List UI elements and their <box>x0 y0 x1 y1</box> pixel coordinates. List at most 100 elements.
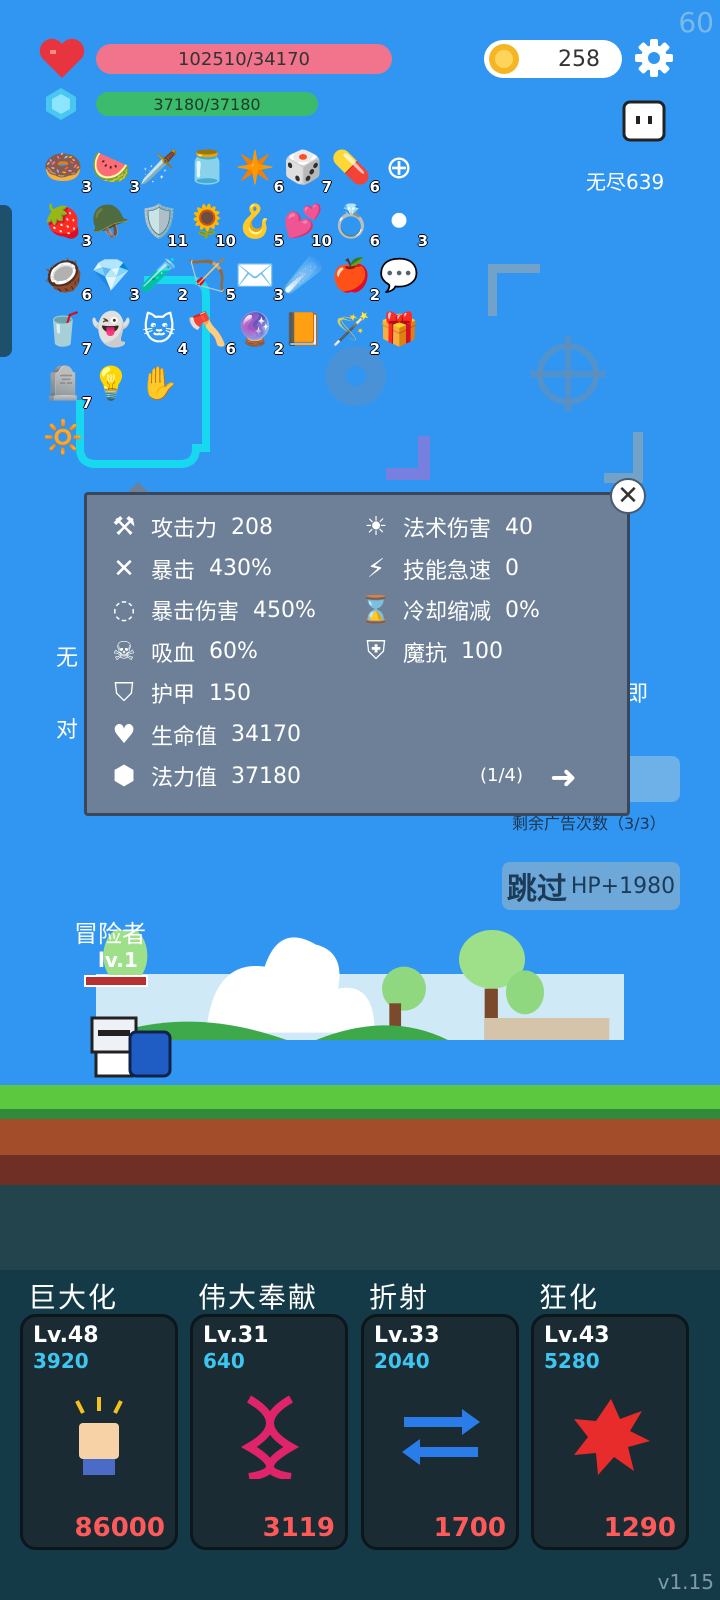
spiked-mace-icon: ✴️ <box>235 148 275 186</box>
coconut-icon: 🥥 <box>43 256 83 294</box>
next-page-arrow-icon[interactable]: ➜ <box>550 758 577 796</box>
hook-icon[interactable]: 🪝 5 <box>232 198 284 250</box>
stat-row: ⬢ 法力值 37180 <box>107 760 301 792</box>
helmet-icon: 🪖 <box>91 202 131 240</box>
watermelon-icon[interactable]: 🍉 3 <box>88 144 140 196</box>
gem-icon[interactable]: 💎 3 <box>88 252 140 304</box>
target-frame <box>488 264 643 483</box>
spiked-mace-icon[interactable]: ✴️ 6 <box>232 144 284 196</box>
item-count-badge: 3 <box>417 232 428 250</box>
stat-value: 40 <box>505 514 534 540</box>
partial-label: 对 <box>56 718 79 743</box>
donut-icon[interactable]: 🍩 3 <box>40 144 92 196</box>
skip-button[interactable]: 跳过 HP+1980 <box>502 862 680 910</box>
skill-level: Lv.48 <box>33 1323 99 1348</box>
stat-value: 60% <box>209 639 258 664</box>
chat-bubble-icon: 💬 <box>379 256 419 294</box>
stat-row: ♥ 生命值 34170 <box>107 719 301 751</box>
settings-gear-icon[interactable] <box>634 38 674 78</box>
strawberry-icon[interactable]: 🍓 3 <box>40 198 92 250</box>
potion-icon[interactable]: 🧪 2 <box>136 252 188 304</box>
skill-title: 伟大奉献 <box>198 1281 319 1314</box>
stat-value: 150 <box>209 680 252 706</box>
coconut-icon[interactable]: 🥥 6 <box>40 252 92 304</box>
hearts-icon[interactable]: 💕 10 <box>280 198 332 250</box>
hourglass-icon: ⌛ <box>359 595 393 625</box>
lightning-icon: ⚡ <box>366 553 386 584</box>
pill-icon[interactable]: 💊 6 <box>328 144 380 196</box>
ring-icon[interactable]: 💍 6 <box>328 198 380 250</box>
spellbook-icon[interactable]: 📙 <box>280 306 326 352</box>
stat-row: ⛉ 护甲 150 <box>107 677 251 709</box>
stat-value: 450% <box>253 597 316 623</box>
ghost-mode-icon[interactable] <box>620 98 668 146</box>
cauldron-icon[interactable]: ⚫ 3 <box>376 198 428 250</box>
crosshair-icon[interactable]: ⊕ <box>376 144 422 190</box>
battle-axe-icon: 🪓 <box>187 310 227 348</box>
stat-row: ◌ 暴击伤害 450% <box>107 594 316 626</box>
treasure-box-icon: 🎁 <box>379 310 419 348</box>
stat-label: 冷却缩减 <box>403 600 492 625</box>
jam-jar-icon[interactable]: 🫙 <box>184 144 230 190</box>
stat-value: 430% <box>209 556 272 581</box>
stat-label: 法术伤害 <box>403 517 492 542</box>
magic-wand-icon[interactable]: 🪄 2 <box>328 306 380 358</box>
hook-icon: 🪝 <box>235 202 275 240</box>
jam-jar-icon: 🫙 <box>187 148 227 186</box>
hero-hp-bar <box>84 975 148 987</box>
meteor-icon[interactable]: ☄️ <box>280 252 326 298</box>
lamp-icon[interactable]: 🔆 <box>40 414 86 460</box>
eye-hand-icon[interactable]: ✋ <box>136 360 182 406</box>
bow-icon[interactable]: 🏹 5 <box>184 252 236 304</box>
helmet-icon[interactable]: 🪖 <box>88 198 134 244</box>
stat-label: 生命值 <box>151 724 218 750</box>
dice-icon[interactable]: 🎲 7 <box>280 144 332 196</box>
refraction-arrows-icon <box>402 1409 480 1465</box>
close-button[interactable]: ✕ <box>610 478 646 514</box>
ground <box>0 1085 720 1185</box>
lightbulb-icon[interactable]: 💡 <box>88 360 134 406</box>
skill-level: Lv.43 <box>544 1323 610 1348</box>
skill-value: 2040 <box>374 1349 430 1373</box>
skill-card[interactable]: Lv.33 2040 1700 <box>361 1314 519 1550</box>
treasure-box-icon[interactable]: 🎁 <box>376 306 422 352</box>
skill-title: 巨大化 <box>28 1281 119 1314</box>
stat-row: ☠ 吸血 60% <box>107 636 258 668</box>
skill-value: 640 <box>203 1349 245 1373</box>
drink-icon[interactable]: 🥤 7 <box>40 306 92 358</box>
battle-axe-icon[interactable]: 🪓 6 <box>184 306 236 358</box>
stat-value: 208 <box>231 514 274 540</box>
sunflower-icon[interactable]: 🌻 10 <box>184 198 236 250</box>
lifesteal-icon: ☠ <box>112 636 136 667</box>
shield-icon[interactable]: 🛡️ 11 <box>136 198 188 250</box>
skill-card[interactable]: Lv.31 640 3119 <box>190 1314 348 1550</box>
ring-icon: 💍 <box>331 202 371 240</box>
skill-card[interactable]: Lv.43 5280 1290 <box>531 1314 689 1550</box>
envelope-icon[interactable]: ✉️ 3 <box>232 252 284 304</box>
cauldron-icon: ⚫ <box>385 202 413 240</box>
stat-row: ⚒ 攻击力 208 <box>107 511 273 543</box>
dice-icon: 🎲 <box>283 148 323 186</box>
side-drawer-tab[interactable] <box>0 205 12 357</box>
crystal-ball-icon[interactable]: 🔮 2 <box>232 306 284 358</box>
armor-icon: ⛉ <box>114 677 134 708</box>
skills-row: 巨大化 Lv.48 3920 86000 伟大奉献 Lv.31 640 3119 折射 Lv.33… <box>0 1270 720 1600</box>
apple-icon[interactable]: 🍎 2 <box>328 252 380 304</box>
sword-icon[interactable]: 🗡️ <box>136 144 182 190</box>
ghost-icon[interactable]: 👻 <box>88 306 134 352</box>
chat-bubble-icon[interactable]: 💬 <box>376 252 422 298</box>
coin-counter: 258 <box>484 40 622 78</box>
tombstone-icon: 🪦 <box>43 364 83 402</box>
mana-icon: ⬢ <box>112 761 136 791</box>
hero-name: 冒险者 <box>74 920 146 948</box>
stat-value: 0 <box>505 556 520 581</box>
skill-upgrade-cost: 1290 <box>603 1513 676 1543</box>
pill-icon: 💊 <box>331 148 371 186</box>
donut-icon: 🍩 <box>43 148 83 186</box>
skill-value: 5280 <box>544 1349 600 1373</box>
cat-icon[interactable]: 🐱 4 <box>136 306 188 358</box>
skill-card[interactable]: Lv.48 3920 86000 <box>20 1314 178 1550</box>
tombstone-icon[interactable]: 🪦 7 <box>40 360 92 412</box>
hero-level: lv.1 <box>98 948 138 972</box>
eye-hand-icon: ✋ <box>139 364 179 402</box>
